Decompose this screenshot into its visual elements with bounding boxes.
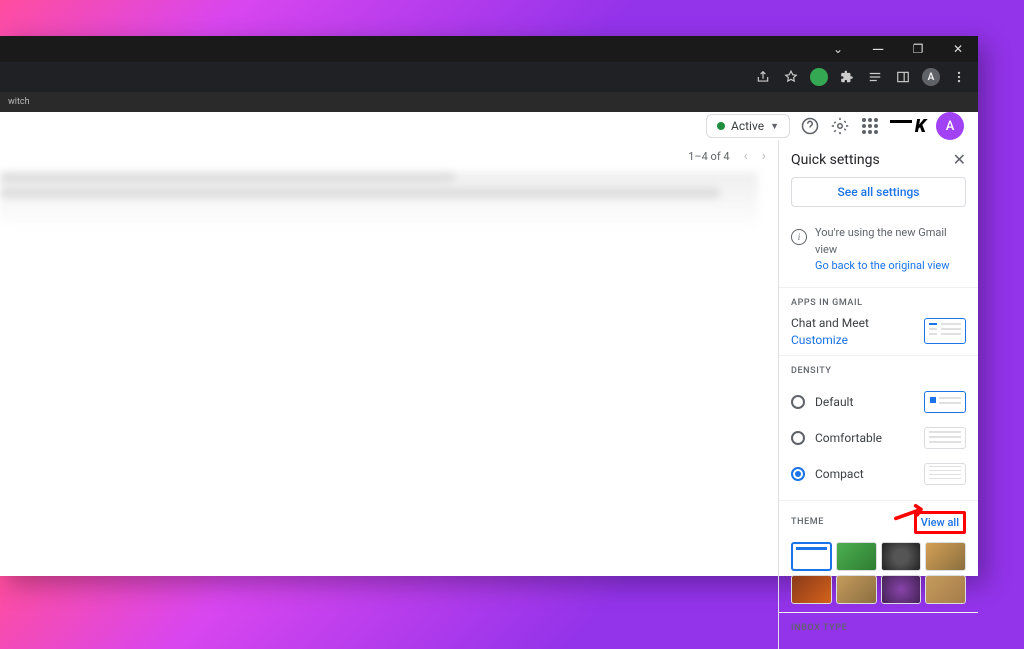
annotation-arrow-icon <box>894 503 930 523</box>
info-notice: i You're using the new Gmail view Go bac… <box>779 217 978 288</box>
theme-tile-default[interactable] <box>791 542 832 571</box>
density-compact-label: Compact <box>815 467 864 481</box>
browser-window: ⌄ — ❐ ✕ A witch Active <box>0 36 978 576</box>
theme-tile-3[interactable] <box>925 542 966 571</box>
settings-gear-icon[interactable] <box>830 116 850 136</box>
theme-section: THEME View all <box>779 501 978 613</box>
browser-toolbar: A <box>0 62 978 92</box>
density-default-thumb[interactable] <box>924 391 966 413</box>
blurred-emails <box>0 172 758 232</box>
section-header-inbox: INBOX TYPE <box>791 623 966 633</box>
minimize-button[interactable]: — <box>862 37 894 61</box>
section-header-theme: THEME <box>791 517 824 527</box>
density-compact-thumb[interactable] <box>924 463 966 485</box>
pager: 1–4 of 4 ‹ › <box>688 148 766 164</box>
extension-green-icon[interactable] <box>810 68 828 86</box>
density-section: DENSITY Default Comfortable <box>779 356 978 501</box>
apps-grid-icon[interactable] <box>860 116 880 136</box>
apps-section: APPS IN GMAIL Chat and Meet Customize <box>779 288 978 356</box>
close-panel-icon[interactable]: ✕ <box>953 150 966 169</box>
sidepanel-icon[interactable] <box>894 68 912 86</box>
extensions-puzzle-icon[interactable] <box>838 68 856 86</box>
status-dot-icon <box>717 122 725 130</box>
bookmark-star-icon[interactable] <box>782 68 800 86</box>
maximize-button[interactable]: ❐ <box>902 37 934 61</box>
reading-list-icon[interactable] <box>866 68 884 86</box>
browser-menu-icon[interactable] <box>950 68 968 86</box>
account-avatar[interactable]: A <box>936 112 964 140</box>
chevron-down-icon: ▼ <box>770 121 779 132</box>
customize-link[interactable]: Customize <box>791 333 869 347</box>
tab-strip: witch <box>0 92 978 112</box>
density-default-label: Default <box>815 395 853 409</box>
titlebar-dropdown-icon[interactable]: ⌄ <box>822 37 854 61</box>
revert-view-link[interactable]: Go back to the original view <box>815 259 950 272</box>
theme-tile-4[interactable] <box>791 575 832 604</box>
quick-settings-panel: Quick settings ✕ See all settings i You'… <box>778 140 978 649</box>
inbox-type-section: INBOX TYPE <box>779 613 978 649</box>
pager-range: 1–4 of 4 <box>688 150 729 163</box>
profile-avatar-icon[interactable]: A <box>922 68 940 86</box>
close-window-button[interactable]: ✕ <box>942 37 974 61</box>
density-comfortable-radio[interactable] <box>791 431 805 445</box>
density-compact-radio[interactable] <box>791 467 805 481</box>
theme-tile-7[interactable] <box>925 575 966 604</box>
see-all-settings-button[interactable]: See all settings <box>791 177 966 207</box>
window-titlebar: ⌄ — ❐ ✕ <box>0 36 978 62</box>
app-content: Active ▼ A 1–4 of 4 ‹ › <box>0 112 978 576</box>
density-comfortable-label: Comfortable <box>815 431 882 445</box>
section-header-density: DENSITY <box>791 366 966 376</box>
theme-tile-2[interactable] <box>881 542 922 571</box>
pager-next-icon[interactable]: › <box>762 148 766 164</box>
density-comfortable-thumb[interactable] <box>924 427 966 449</box>
theme-tile-5[interactable] <box>836 575 877 604</box>
brand-logo <box>890 114 926 138</box>
chat-meet-label: Chat and Meet <box>791 316 869 330</box>
info-text: You're using the new Gmail view <box>815 226 947 256</box>
gmail-header: Active ▼ A <box>0 112 978 140</box>
theme-tile-6[interactable] <box>881 575 922 604</box>
help-icon[interactable] <box>800 116 820 136</box>
info-icon: i <box>791 229 807 245</box>
inbox-area: 1–4 of 4 ‹ › <box>0 140 778 649</box>
status-label: Active <box>731 119 764 133</box>
density-default-radio[interactable] <box>791 395 805 409</box>
status-active-pill[interactable]: Active ▼ <box>706 114 790 138</box>
pager-prev-icon[interactable]: ‹ <box>744 148 748 164</box>
theme-tile-1[interactable] <box>836 542 877 571</box>
apps-layout-thumb[interactable] <box>924 318 966 344</box>
panel-title: Quick settings <box>791 152 880 168</box>
share-icon[interactable] <box>754 68 772 86</box>
section-header-apps: APPS IN GMAIL <box>791 298 966 308</box>
tab-label[interactable]: witch <box>0 95 38 109</box>
